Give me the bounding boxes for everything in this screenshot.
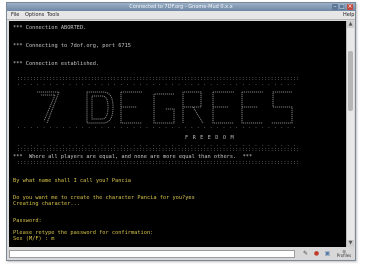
- scroll-thumb[interactable]: [348, 51, 353, 111]
- terminal-output[interactable]: *** Connection ABORTED. *** Connecting t…: [9, 21, 346, 247]
- scroll-down-icon[interactable]: ▼: [347, 240, 354, 247]
- degrees-logo: [37, 91, 293, 124]
- terminal-line: By what name shall I call you? Pancia: [13, 178, 131, 184]
- banner-subtitle: F R E E D O M: [185, 135, 235, 141]
- banner-border-mid: . . . . . . . . . . . . . . . . . . . . …: [17, 124, 297, 130]
- profiles-label: Profiles: [336, 253, 352, 258]
- terminal-line: Creating character...: [13, 201, 80, 207]
- menu-tools[interactable]: Tools: [47, 11, 59, 20]
- command-input[interactable]: [9, 250, 295, 258]
- menu-bar: File Options Tools Help: [7, 11, 355, 20]
- terminal-line: Password:: [13, 218, 42, 224]
- wand-icon[interactable]: ✎: [301, 250, 310, 258]
- scroll-up-icon[interactable]: ▲: [347, 21, 354, 28]
- profiles-button[interactable]: ☰ Profiles: [335, 250, 353, 258]
- connect-icon[interactable]: ●: [312, 250, 321, 258]
- title-bar: Connected to 7DF.org - Gnome-Mud 0.x.x –…: [7, 3, 355, 11]
- create-answer: yes: [185, 195, 195, 201]
- menu-file[interactable]: File: [11, 11, 19, 20]
- terminal-scrollbar[interactable]: ▲ ▼: [346, 21, 354, 247]
- minimize-button[interactable]: –: [332, 4, 338, 10]
- close-button[interactable]: ×: [347, 4, 353, 10]
- mud-client-window: Connected to 7DF.org - Gnome-Mud 0.x.x –…: [6, 2, 356, 261]
- maximize-button[interactable]: □: [339, 4, 345, 10]
- terminal-line: Sex (M/F) : m: [13, 236, 55, 242]
- banner-border-bottom: ::::::::::::::::::::::::::::::::::::::::…: [17, 147, 300, 153]
- input-bar: ✎ ● ▣ ☰ Profiles: [9, 249, 353, 260]
- menu-options[interactable]: Options: [25, 11, 44, 20]
- menu-help[interactable]: Help: [343, 11, 354, 20]
- settings-icon[interactable]: ▣: [323, 250, 332, 258]
- window-title: Connected to 7DF.org - Gnome-Mud 0.x.x: [129, 4, 233, 10]
- banner-border-bottom: ::::::::::::::::::::::::::::::::::::::::…: [17, 160, 300, 166]
